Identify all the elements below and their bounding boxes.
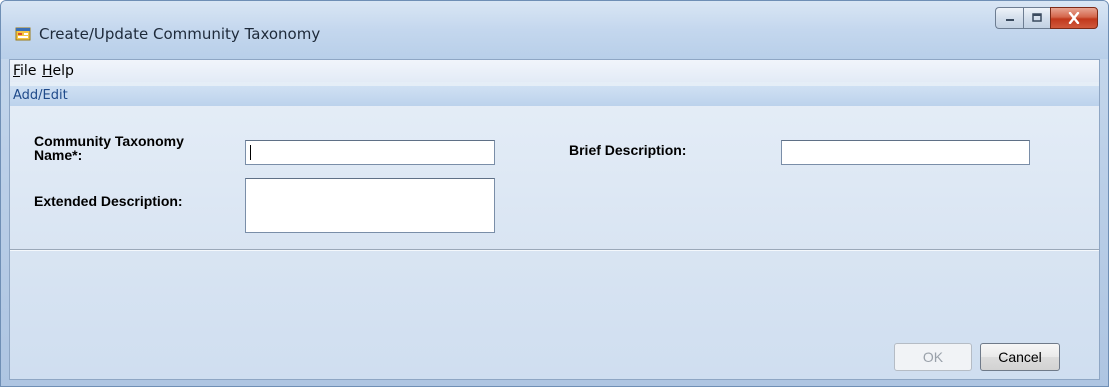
form-icon [15, 27, 31, 41]
menu-file-label: ile [20, 63, 37, 79]
cancel-button[interactable]: Cancel [980, 343, 1060, 371]
extended-description-input[interactable] [245, 178, 495, 233]
close-icon [1068, 12, 1080, 24]
section-header-label: Add/Edit [13, 88, 68, 103]
name-label-line1: Community Taxonomy [34, 133, 184, 149]
menu-bar: File Help [10, 60, 1099, 82]
minimize-icon [1005, 19, 1014, 21]
menu-file[interactable]: File [13, 63, 36, 79]
community-taxonomy-name-input[interactable] [245, 140, 495, 165]
window-controls [995, 7, 1098, 31]
ok-button[interactable]: OK [894, 343, 972, 371]
window-title: Create/Update Community Taxonomy [39, 25, 321, 43]
extended-description-label: Extended Description: [34, 193, 183, 209]
menu-help-label: elp [52, 63, 74, 79]
menu-help-accelerator: H [42, 63, 53, 79]
maximize-icon [1032, 13, 1042, 22]
client-area: File Help Add/Edit Community Taxonomy Na… [9, 59, 1100, 380]
section-divider [10, 249, 1099, 251]
menu-help[interactable]: Help [42, 63, 74, 79]
title-bar[interactable]: Create/Update Community Taxonomy [1, 1, 1108, 59]
section-header: Add/Edit [10, 86, 1099, 106]
close-button[interactable] [1050, 7, 1098, 29]
menu-file-accelerator: F [13, 63, 21, 79]
community-taxonomy-name-label: Community Taxonomy Name*: [34, 134, 184, 162]
name-label-line2: Name*: [34, 147, 83, 163]
dialog-window: Create/Update Community Taxonomy File He… [0, 0, 1109, 387]
brief-description-label: Brief Description: [569, 142, 687, 158]
maximize-button[interactable] [1023, 7, 1050, 29]
text-caret [250, 145, 251, 160]
minimize-button[interactable] [995, 7, 1023, 29]
brief-description-input[interactable] [781, 140, 1030, 165]
